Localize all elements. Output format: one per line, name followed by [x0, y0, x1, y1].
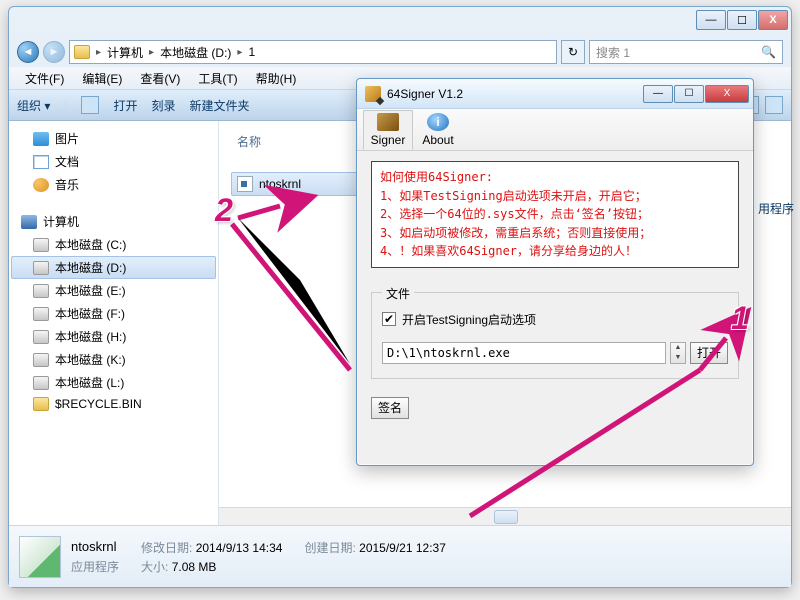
file-item-ntoskrnl[interactable]: ntoskrnl: [231, 172, 371, 196]
breadcrumb-folder-1[interactable]: 1: [248, 45, 255, 59]
dialog-close-button[interactable]: X: [705, 85, 749, 103]
pictures-icon: [33, 132, 49, 146]
drive-icon: [33, 307, 49, 321]
burn-button[interactable]: 刻录: [152, 97, 176, 114]
drive-icon: [33, 238, 49, 252]
modified-label: 修改日期:: [141, 541, 192, 555]
search-icon: 🔍: [761, 45, 776, 59]
nav-pane[interactable]: 图片 文档 音乐 计算机 本地磁盘 (C:) 本地磁盘 (D:) 本地磁盘 (E…: [9, 121, 219, 525]
documents-icon: [33, 155, 49, 169]
pen-icon: [377, 113, 399, 131]
instruction-line-3: 3、如启动项被修改，需重启系统；否则直接使用；: [380, 224, 730, 243]
file-thumbnail: [19, 536, 61, 578]
file-group: 文件 ✔ 开启TestSigning启动选项 ▲▼ 打开: [371, 292, 739, 379]
refresh-button[interactable]: ↻: [561, 40, 585, 64]
organize-button[interactable]: 组织 ▾: [17, 97, 50, 114]
sidebar-recycle[interactable]: $RECYCLE.BIN: [55, 397, 142, 411]
window-minimize-button[interactable]: —: [696, 10, 726, 30]
scrollbar-thumb[interactable]: [494, 510, 518, 524]
folder-icon: [74, 45, 90, 59]
open-file-button[interactable]: 打开: [690, 342, 728, 364]
drive-icon: [33, 353, 49, 367]
folder-icon: [33, 397, 49, 411]
signer-dialog: 64Signer V1.2 — ☐ X Signer i About 如何使用6…: [356, 78, 754, 466]
address-field[interactable]: ▸ 计算机 ▸ 本地磁盘 (D:) ▸ 1: [69, 40, 557, 64]
dialog-body: 如何使用64Signer: 1、如果TestSigning启动选项未开启，开启它…: [357, 151, 753, 431]
sidebar-music[interactable]: 音乐: [55, 176, 79, 193]
sidebar-drive-h[interactable]: 本地磁盘 (H:): [55, 328, 126, 345]
menu-view[interactable]: 查看(V): [132, 68, 188, 89]
open-button[interactable]: 打开: [113, 97, 137, 114]
window-maximize-button[interactable]: ☐: [727, 10, 757, 30]
created-value: 2015/9/21 12:37: [359, 541, 446, 555]
dialog-minimize-button[interactable]: —: [643, 85, 673, 103]
drive-icon: [33, 376, 49, 390]
breadcrumb-drive-d[interactable]: 本地磁盘 (D:): [160, 44, 231, 61]
file-path-input[interactable]: [382, 342, 666, 364]
drive-icon: [33, 330, 49, 344]
computer-icon: [21, 215, 37, 229]
nav-back-button[interactable]: ◄: [17, 41, 39, 63]
dialog-titlebar[interactable]: 64Signer V1.2 — ☐ X: [357, 79, 753, 109]
details-filename: ntoskrnl: [71, 539, 119, 556]
search-input[interactable]: 搜索 1 🔍: [589, 40, 783, 64]
music-icon: [33, 178, 49, 192]
sidebar-drive-f[interactable]: 本地磁盘 (F:): [55, 305, 125, 322]
menu-file[interactable]: 文件(F): [17, 68, 72, 89]
info-icon: i: [427, 113, 449, 131]
drive-icon: [33, 284, 49, 298]
file-item-label: ntoskrnl: [259, 177, 301, 191]
sidebar-drive-l[interactable]: 本地磁盘 (L:): [55, 374, 124, 391]
help-icon[interactable]: [765, 96, 783, 114]
dialog-title: 64Signer V1.2: [387, 87, 463, 101]
breadcrumb-computer[interactable]: 计算机: [107, 44, 143, 61]
app-icon: [365, 86, 381, 102]
background-text: 用程序: [758, 200, 794, 217]
instruction-line-2: 2、选择一个64位的.sys文件，点击‘签名’按钮；: [380, 205, 730, 224]
instruction-line-4: 4、！如果喜欢64Signer，请分享给身边的人！: [380, 242, 730, 261]
sidebar-drive-c[interactable]: 本地磁盘 (C:): [55, 236, 126, 253]
address-bar: ◄ ► ▸ 计算机 ▸ 本地磁盘 (D:) ▸ 1 ↻ 搜索 1 🔍: [9, 37, 791, 67]
menu-help[interactable]: 帮助(H): [248, 68, 305, 89]
sign-button[interactable]: 签名: [371, 397, 409, 419]
menu-tools[interactable]: 工具(T): [190, 68, 245, 89]
menu-edit[interactable]: 编辑(E): [74, 68, 130, 89]
testsigning-label: 开启TestSigning启动选项: [402, 311, 536, 328]
modified-value: 2014/9/13 14:34: [196, 541, 283, 555]
sidebar-drive-k[interactable]: 本地磁盘 (K:): [55, 351, 126, 368]
drive-icon: [33, 261, 49, 275]
sidebar-computer[interactable]: 计算机: [43, 213, 79, 230]
size-label: 大小:: [141, 560, 168, 574]
details-type: 应用程序: [71, 558, 119, 575]
sidebar-drive-d[interactable]: 本地磁盘 (D:): [55, 259, 126, 276]
tab-about[interactable]: i About: [413, 110, 463, 150]
dialog-tabs: Signer i About: [357, 109, 753, 151]
size-value: 7.08 MB: [172, 560, 217, 574]
file-group-legend: 文件: [382, 285, 414, 302]
sidebar-documents[interactable]: 文档: [55, 153, 79, 170]
tab-about-label: About: [422, 133, 453, 147]
new-folder-button[interactable]: 新建文件夹: [190, 97, 250, 114]
details-pane: ntoskrnl 修改日期: 2014/9/13 14:34 创建日期: 201…: [9, 525, 791, 587]
open-icon: [81, 96, 99, 114]
created-label: 创建日期:: [304, 541, 355, 555]
dialog-maximize-button[interactable]: ☐: [674, 85, 704, 103]
annotation-2: 2: [204, 190, 244, 230]
explorer-titlebar: — ☐ X: [9, 7, 791, 37]
nav-forward-button[interactable]: ►: [43, 41, 65, 63]
window-close-button[interactable]: X: [758, 10, 788, 30]
path-spinner[interactable]: ▲▼: [670, 342, 686, 364]
instructions-box: 如何使用64Signer: 1、如果TestSigning启动选项未开启，开启它…: [371, 161, 739, 268]
tab-signer-label: Signer: [371, 133, 406, 147]
sidebar-drive-e[interactable]: 本地磁盘 (E:): [55, 282, 126, 299]
search-placeholder: 搜索 1: [596, 44, 630, 61]
annotation-1: 1: [720, 298, 760, 338]
testsigning-checkbox[interactable]: ✔: [382, 312, 396, 326]
instruction-heading: 如何使用64Signer:: [380, 168, 730, 187]
tab-signer[interactable]: Signer: [363, 110, 413, 150]
sidebar-pictures[interactable]: 图片: [55, 130, 79, 147]
instruction-line-1: 1、如果TestSigning启动选项未开启，开启它；: [380, 187, 730, 206]
